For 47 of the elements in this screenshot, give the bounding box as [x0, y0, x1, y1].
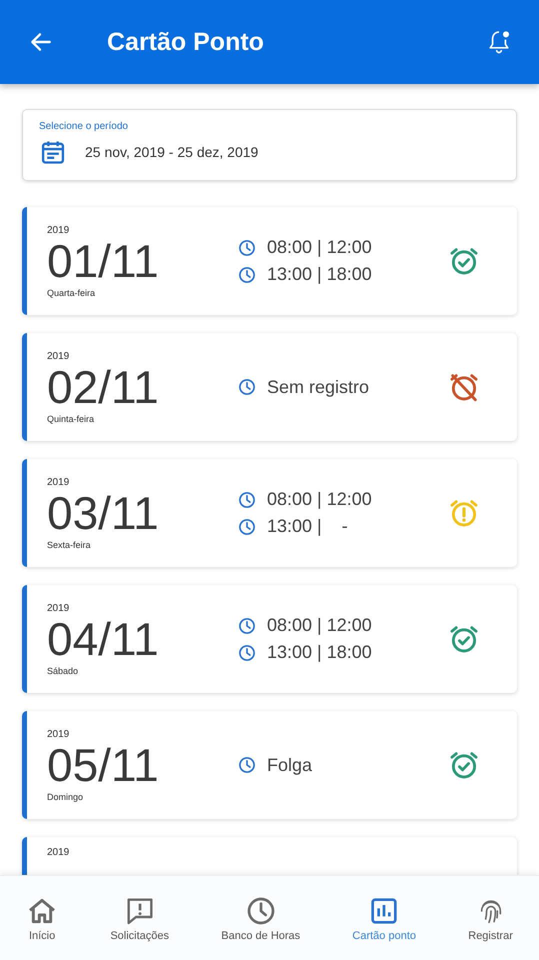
day-date: 05/11	[47, 740, 160, 790]
day-card[interactable]: 2019 03/11 Sexta-feira 08:00 | 12:00 13:00 | -	[22, 459, 517, 567]
year-label: 2019	[47, 847, 70, 858]
nav-tab[interactable]: Registrar	[468, 894, 513, 942]
day-card[interactable]: 2019 04/11 Sábado 08:00 | 12:00 13:00 | 18:00	[22, 585, 517, 693]
clock-icon	[237, 238, 257, 258]
clock-icon	[237, 516, 257, 536]
day-date: 02/11	[47, 362, 160, 412]
clock-icon	[237, 616, 257, 636]
day-card[interactable]: 2019 05/11 Domingo Folga	[22, 711, 517, 819]
field-label: Selecione o período	[39, 121, 129, 132]
time-entry: Sem registro	[267, 376, 370, 398]
year-label: 2019	[47, 728, 70, 740]
day-date: 03/11	[47, 488, 160, 538]
weekday-label: Quarta-feira	[47, 288, 96, 298]
year-label: 2019	[47, 602, 70, 614]
nav-tab[interactable]: Cartão ponto	[352, 894, 416, 942]
year-label: 2019	[47, 224, 70, 236]
clock-icon	[237, 377, 257, 397]
time-entry: Folga	[267, 754, 312, 776]
time-entry: 08:00 | 12:00	[267, 489, 372, 510]
nav-tab[interactable]: Banco de Horas	[221, 894, 300, 942]
date-range-value: 25 nov, 2019 - 25 dez, 2019	[85, 144, 258, 160]
screen-title: Cartão Ponto	[107, 28, 265, 56]
clock-icon	[237, 264, 257, 284]
clock-icon	[244, 894, 277, 926]
weekday-label: Quinta-feira	[47, 414, 96, 424]
weekday-label: Sábado	[47, 666, 80, 676]
nav-tab[interactable]: Início	[26, 894, 58, 942]
time-entry: 13:00 | 18:00	[267, 642, 372, 663]
clock-icon	[237, 490, 257, 510]
year-label: 2019	[47, 350, 70, 362]
date-range-field[interactable]: Selecione o período 25 nov, 2019 - 25 dez, 2019	[22, 109, 517, 181]
time-entry: 13:00 | 18:00	[267, 264, 372, 285]
time-entry: 08:00 | 12:00	[267, 237, 372, 258]
weekday-label: Sexta-feira	[47, 540, 92, 550]
clock-icon	[237, 642, 257, 662]
day-date: 01/11	[47, 236, 160, 286]
weekday-label: Domingo	[47, 792, 84, 802]
time-entry: 08:00 | 12:00	[267, 615, 372, 636]
year-label: 2019	[47, 476, 70, 488]
day-card[interactable]: 2019 02/11 Quinta-feira Sem registro	[22, 333, 517, 441]
day-card[interactable]: 2019 01/11 Quarta-feira 08:00 | 12:00 13:00 | 18:00	[22, 207, 517, 315]
time-entry: 13:00 | -	[267, 516, 348, 537]
clock-icon	[237, 755, 257, 775]
day-date: 04/11	[47, 614, 160, 664]
nav-tab[interactable]: Solicitações	[110, 894, 170, 942]
